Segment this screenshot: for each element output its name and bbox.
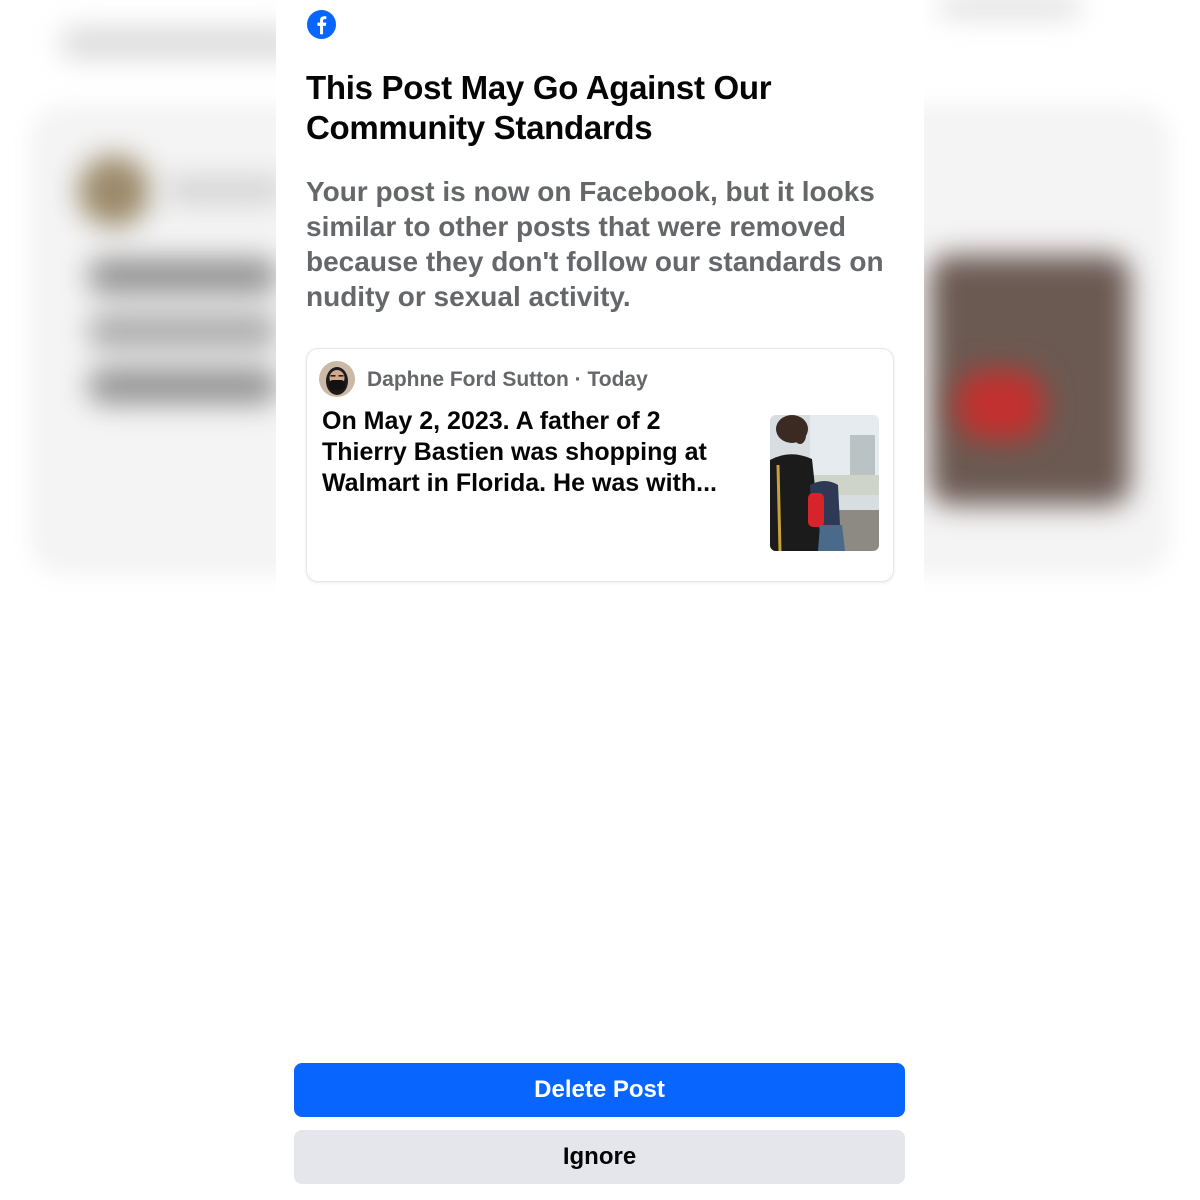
post-author-line: Daphne Ford Sutton · Today: [367, 368, 648, 392]
post-preview-card[interactable]: Daphne Ford Sutton · Today On May 2, 202…: [306, 348, 894, 582]
dialog-title: This Post May Go Against Our Community S…: [306, 69, 772, 146]
post-author-name: Daphne Ford Sutton: [367, 368, 569, 391]
background-text-line: [88, 258, 278, 294]
delete-post-button[interactable]: Delete Post: [294, 1063, 905, 1117]
post-thumbnail-image: [770, 415, 879, 551]
background-author-name: [165, 178, 285, 202]
author-avatar: [319, 361, 355, 397]
post-text: On May 2, 2023. A father of 2 Thierry Ba…: [322, 407, 717, 497]
post-meta-separator: ·: [574, 368, 582, 391]
background-header-blur: [60, 28, 300, 58]
background-text-line: [88, 368, 278, 404]
background-avatar: [78, 155, 150, 227]
community-standards-sheet: This Post May Go Against Our Community S…: [276, 0, 924, 1200]
dialog-description: Your post is now on Facebook, but it loo…: [306, 176, 884, 312]
background-text-line: [88, 313, 278, 349]
background-header-blur-right: [940, 0, 1080, 14]
facebook-logo-icon: [306, 9, 337, 40]
post-time: Today: [587, 368, 648, 391]
background-photo-detail: [955, 370, 1045, 440]
ignore-button[interactable]: Ignore: [294, 1130, 905, 1184]
